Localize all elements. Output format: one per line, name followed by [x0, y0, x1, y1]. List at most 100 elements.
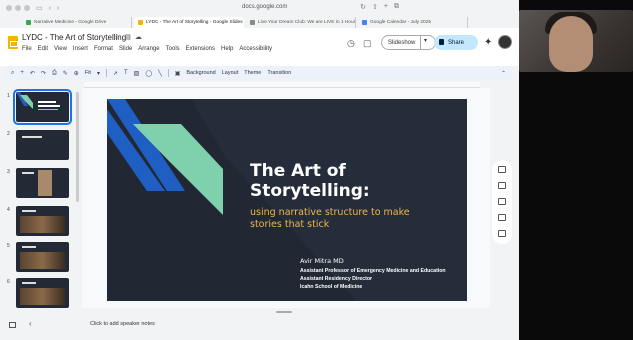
- share-button[interactable]: Share: [434, 35, 478, 50]
- menu-item-edit[interactable]: Edit: [38, 46, 48, 52]
- collapse-toolbar-icon[interactable]: ⌃: [501, 70, 506, 77]
- speaker-notes[interactable]: ‹ Click to add speaker notes: [0, 310, 519, 340]
- speaker-notes-placeholder[interactable]: Click to add speaker notes: [90, 321, 155, 327]
- thumbnail-text: [22, 172, 34, 174]
- menu-item-slide[interactable]: Slide: [119, 46, 132, 52]
- undo-icon[interactable]: ↶: [30, 70, 35, 77]
- comments-icon[interactable]: ▢: [363, 38, 372, 49]
- line-icon[interactable]: ╲: [158, 70, 162, 77]
- grid-view-icon[interactable]: [9, 322, 16, 328]
- transition-button[interactable]: Transition: [267, 70, 291, 76]
- collapse-filmstrip-icon[interactable]: ‹: [29, 319, 32, 328]
- browser-tab[interactable]: Live Your Dream Club: We are LIVE in 1 H…: [246, 17, 356, 28]
- slide-thumbnail[interactable]: [13, 89, 72, 125]
- browser-tab[interactable]: LYDC - The Art of Storytelling - Google …: [134, 17, 244, 28]
- slide-number: 5: [7, 243, 10, 249]
- maps-icon[interactable]: [498, 230, 506, 237]
- thumbnail-text: [22, 246, 36, 248]
- menu-item-accessibility[interactable]: Accessibility: [239, 46, 272, 52]
- minimize-window-button[interactable]: [15, 5, 21, 11]
- background-button[interactable]: Background: [186, 70, 215, 76]
- thumbnail-text: [22, 136, 42, 138]
- slide-number: 2: [7, 131, 10, 137]
- version-history-icon[interactable]: ◷: [347, 38, 355, 49]
- thumbnail-text: [22, 282, 36, 284]
- menu-item-file[interactable]: File: [22, 46, 32, 52]
- menu-item-extensions[interactable]: Extensions: [186, 46, 215, 52]
- tasks-icon[interactable]: [498, 198, 506, 205]
- slide-thumbnail[interactable]: [16, 168, 69, 198]
- select-pointer-icon[interactable]: ➚: [113, 70, 118, 77]
- zoom-select[interactable]: Fit: [85, 70, 91, 76]
- forward-icon[interactable]: ›: [57, 5, 59, 12]
- address-bar[interactable]: docs.google.com: [242, 4, 287, 10]
- contacts-icon[interactable]: [498, 214, 506, 221]
- layout-button[interactable]: Layout: [222, 70, 239, 76]
- back-icon[interactable]: ‹: [49, 5, 51, 12]
- reload-icon[interactable]: ↻: [360, 3, 366, 11]
- slide-thumbnail[interactable]: [16, 130, 69, 160]
- slide-thumbnail[interactable]: [16, 242, 69, 272]
- ruler: [84, 82, 480, 88]
- menu-item-help[interactable]: Help: [221, 46, 233, 52]
- move-folder-icon[interactable]: ▤: [124, 33, 131, 41]
- document-title[interactable]: LYDC - The Art of Storytelling: [22, 33, 126, 42]
- tab-overview-icon[interactable]: ⧉: [394, 3, 399, 11]
- slide-number: 6: [7, 279, 10, 285]
- cloud-status-icon[interactable]: ☁: [135, 33, 142, 41]
- tab-favicon-icon: [250, 20, 255, 25]
- chevron-down-icon[interactable]: ▾: [424, 37, 427, 44]
- theme-button[interactable]: Theme: [244, 70, 261, 76]
- slide-author: Avir Mitra MD: [300, 257, 344, 265]
- window-controls[interactable]: [6, 5, 30, 11]
- menu-item-tools[interactable]: Tools: [166, 46, 180, 52]
- redo-icon[interactable]: ↷: [41, 70, 46, 77]
- slide-role: Assistant Residency Director: [300, 276, 373, 282]
- slide-affiliation: Icahn School of Medicine: [300, 284, 363, 290]
- zoom-icon[interactable]: ⊕: [74, 70, 79, 77]
- star-icon[interactable]: ☆: [114, 33, 120, 41]
- slides-logo-icon[interactable]: [8, 36, 18, 49]
- image-icon[interactable]: ▧: [134, 70, 140, 77]
- paint-format-icon[interactable]: ✎: [63, 70, 68, 77]
- print-icon[interactable]: ⎙: [52, 70, 57, 77]
- slide-title: The Art of Storytelling:: [250, 161, 370, 201]
- filmstrip-scrollbar[interactable]: [76, 92, 79, 202]
- divider: [420, 36, 421, 49]
- sidebar-icon[interactable]: ▭: [36, 4, 43, 12]
- shape-icon[interactable]: ◯: [145, 70, 152, 77]
- tab-favicon-icon: [138, 20, 143, 25]
- share-page-icon[interactable]: ⇧: [372, 3, 378, 11]
- notes-resize-handle[interactable]: [276, 311, 292, 313]
- menu-item-arrange[interactable]: Arrange: [138, 46, 159, 52]
- avatar[interactable]: [498, 35, 512, 49]
- tab-label: Live Your Dream Club: We are LIVE in 1 H…: [258, 20, 356, 25]
- calendar-icon[interactable]: [498, 166, 506, 173]
- slide-subtitle-line: using narrative structure to make: [250, 207, 410, 218]
- gemini-icon[interactable]: ✦: [484, 37, 492, 48]
- browser-tab[interactable]: Google Calendar - July 2025: [358, 17, 468, 28]
- zoom-chevron-icon[interactable]: ▾: [97, 70, 100, 77]
- divider: [167, 69, 169, 77]
- slideshow-button[interactable]: Slideshow ▾: [381, 35, 436, 50]
- text-box-icon[interactable]: T: [124, 70, 128, 76]
- slide-filmstrip: 1 2 3 4 5 6: [0, 88, 74, 308]
- comment-add-icon[interactable]: ▣: [175, 70, 181, 77]
- browser-tab[interactable]: Narrative Medicine - Google Drive: [22, 17, 132, 28]
- maximize-window-button[interactable]: [24, 5, 30, 11]
- thumbnail-photo: [20, 252, 65, 269]
- menu-item-insert[interactable]: Insert: [73, 46, 88, 52]
- close-window-button[interactable]: [6, 5, 12, 11]
- slide-subtitle-line: stories that stick: [250, 219, 330, 230]
- tab-label: Narrative Medicine - Google Drive: [34, 20, 107, 25]
- search-menus-icon[interactable]: ⌕: [11, 70, 14, 77]
- menu-item-format[interactable]: Format: [94, 46, 113, 52]
- slide-thumbnail[interactable]: [16, 206, 69, 236]
- current-slide[interactable]: The Art of Storytelling: using narrative…: [107, 99, 467, 301]
- new-tab-icon[interactable]: +: [384, 3, 388, 11]
- tab-favicon-icon: [26, 20, 31, 25]
- new-slide-icon[interactable]: +: [20, 70, 24, 76]
- menu-item-view[interactable]: View: [54, 46, 67, 52]
- slide-thumbnail[interactable]: [16, 278, 69, 308]
- keep-icon[interactable]: [498, 182, 506, 189]
